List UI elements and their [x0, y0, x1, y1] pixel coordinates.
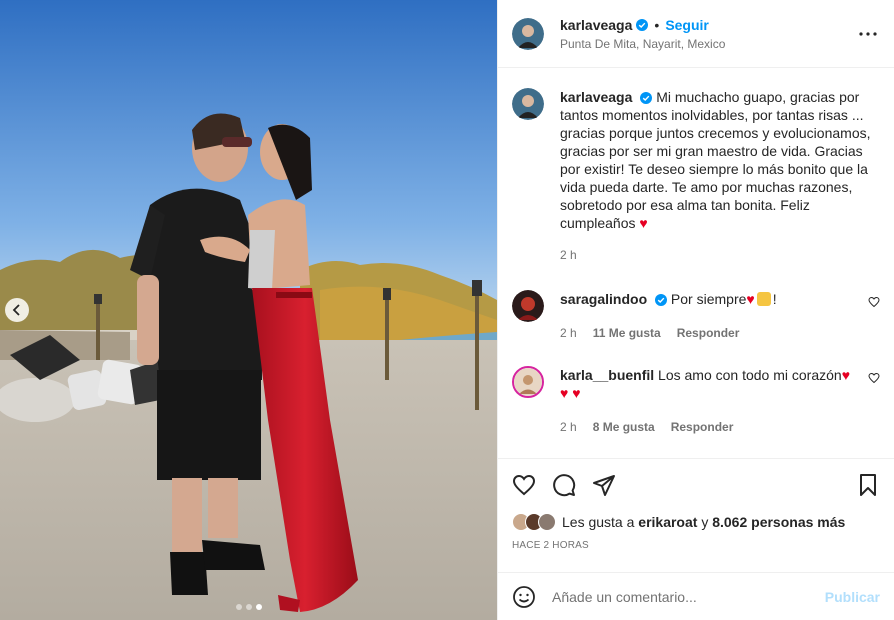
- header-top-row: karlaveaga • Seguir: [560, 17, 856, 33]
- header-text: karlaveaga • Seguir Punta De Mita, Nayar…: [560, 17, 856, 51]
- likes-others[interactable]: 8.062 personas más: [712, 514, 845, 530]
- comment-time[interactable]: 2 h: [560, 418, 577, 436]
- carousel-dot: [245, 604, 252, 610]
- action-bar: [498, 458, 894, 510]
- comment-text: Los amo con todo mi corazón: [658, 367, 842, 383]
- commenter-avatar[interactable]: [512, 290, 544, 322]
- carousel-dot-active: [255, 604, 262, 610]
- carousel-indicator: [0, 604, 497, 610]
- avatar-image: [514, 368, 542, 396]
- commenter-avatar[interactable]: [512, 366, 544, 398]
- comment-item: karla__buenfil Los amo con todo mi coraz…: [512, 366, 880, 436]
- heart-emoji: ♥: [639, 215, 648, 231]
- instagram-post: karlaveaga • Seguir Punta De Mita, Nayar…: [0, 0, 894, 620]
- caption-username[interactable]: karlaveaga: [560, 89, 632, 105]
- heart-emoji: ♥: [841, 367, 851, 383]
- separator-dot: •: [654, 16, 660, 33]
- caption: karlaveaga Mi muchacho guapo, gracias po…: [512, 88, 880, 264]
- verified-badge-icon: [640, 92, 653, 105]
- like-comment-heart-icon[interactable]: [868, 372, 880, 384]
- comment-likes[interactable]: 11 Me gusta: [593, 324, 661, 342]
- save-bookmark-icon[interactable]: [856, 473, 880, 497]
- likes-user[interactable]: erikaroat: [638, 514, 697, 530]
- post-time-ago[interactable]: HACE 2 HORAS: [498, 534, 894, 564]
- liker-avatars: [512, 513, 556, 531]
- chevron-left-icon: [12, 304, 20, 316]
- comment-time[interactable]: 2 h: [560, 324, 577, 342]
- author-username[interactable]: karlaveaga: [560, 17, 632, 33]
- emoji-smiley-icon[interactable]: [512, 585, 536, 609]
- comment-meta: 2 h 8 Me gusta Responder: [560, 418, 858, 436]
- comment-trailing: !: [772, 291, 777, 307]
- caption-avatar[interactable]: [512, 88, 544, 120]
- avatar-image: [512, 88, 544, 120]
- caption-meta: 2 h: [560, 246, 880, 264]
- verified-badge-icon: [655, 294, 668, 307]
- follow-button[interactable]: Seguir: [665, 17, 709, 33]
- carousel-dot: [235, 604, 242, 610]
- add-comment-bar: Publicar: [498, 572, 894, 620]
- commenter-username[interactable]: karla__buenfil: [560, 367, 654, 383]
- comment-body: saragalindoo Por siempre♥! 2 h 11 Me gus…: [560, 290, 880, 342]
- more-dots-icon: [859, 31, 877, 36]
- post-side-panel: karlaveaga • Seguir Punta De Mita, Nayar…: [497, 0, 894, 620]
- share-send-icon[interactable]: [592, 473, 616, 497]
- post-media[interactable]: [0, 0, 497, 620]
- likes-connector: y: [701, 514, 709, 530]
- author-avatar[interactable]: [512, 17, 544, 50]
- comment-body: karla__buenfil Los amo con todo mi coraz…: [560, 366, 880, 436]
- likes-prefix: Les gusta a: [562, 514, 635, 530]
- like-comment-heart-icon[interactable]: [868, 296, 880, 308]
- reply-button[interactable]: Responder: [677, 324, 740, 342]
- comment-input[interactable]: [552, 588, 825, 605]
- heart-emoji-row: ♥ ♥: [560, 385, 581, 401]
- pray-emoji-icon: [756, 292, 771, 306]
- avatar-image: [512, 290, 544, 322]
- liker-avatar: [538, 513, 556, 531]
- comment-bubble-icon[interactable]: [552, 473, 576, 497]
- comment-likes[interactable]: 8 Me gusta: [593, 418, 655, 436]
- reply-button[interactable]: Responder: [671, 418, 734, 436]
- commenter-username[interactable]: saragalindoo: [560, 291, 647, 307]
- verified-badge-icon: [636, 18, 649, 31]
- post-location[interactable]: Punta De Mita, Nayarit, Mexico: [560, 37, 856, 51]
- more-options-button[interactable]: [856, 22, 880, 46]
- comment-meta: 2 h 11 Me gusta Responder: [560, 324, 858, 342]
- post-header: karlaveaga • Seguir Punta De Mita, Nayar…: [498, 0, 894, 68]
- carousel-prev-button[interactable]: [5, 298, 29, 322]
- caption-text: Mi muchacho guapo, gracias por tantos mo…: [560, 89, 871, 231]
- like-heart-icon[interactable]: [512, 473, 536, 497]
- caption-time[interactable]: 2 h: [560, 246, 577, 264]
- caption-body: karlaveaga Mi muchacho guapo, gracias po…: [560, 88, 880, 264]
- comment-item: saragalindoo Por siempre♥! 2 h 11 Me gus…: [512, 290, 880, 342]
- avatar-image: [512, 17, 544, 50]
- comment-text: Por siempre: [670, 291, 747, 307]
- publish-button[interactable]: Publicar: [825, 589, 880, 605]
- likes-summary[interactable]: Les gusta a erikaroat y 8.062 personas m…: [498, 510, 894, 534]
- heart-emoji: ♥: [746, 291, 755, 307]
- post-photo: [0, 0, 497, 620]
- comments-section[interactable]: karlaveaga Mi muchacho guapo, gracias po…: [498, 68, 894, 458]
